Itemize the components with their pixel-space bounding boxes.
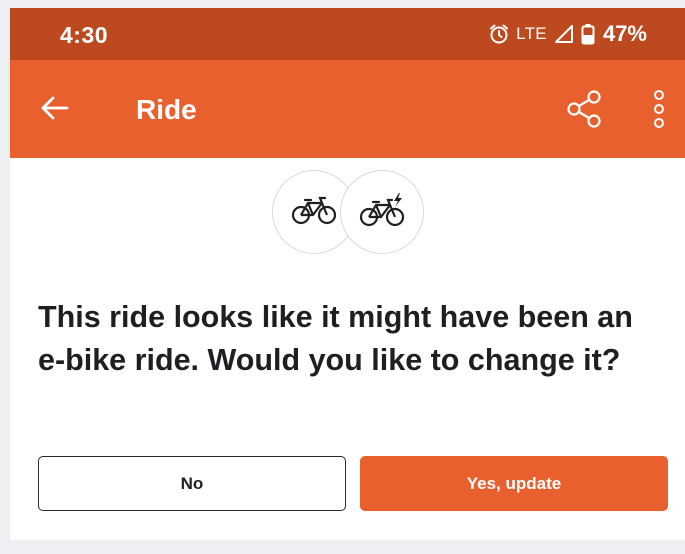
e-bike-icon	[359, 192, 405, 232]
app-bar: Ride	[10, 60, 685, 158]
e-bike-badge	[340, 170, 424, 254]
alarm-icon	[488, 23, 510, 45]
app-screen: 4:30 LTE 47% Ride This ride looks like i…	[10, 8, 685, 540]
page-title: Ride	[136, 94, 197, 125]
status-icons: LTE 47%	[488, 20, 647, 48]
share-icon	[563, 88, 605, 135]
network-type: LTE	[516, 24, 547, 43]
battery-percent: 47%	[602, 21, 647, 46]
status-time: 4:30	[60, 22, 109, 48]
no-button[interactable]: No	[38, 456, 346, 511]
back-button[interactable]	[34, 90, 76, 130]
yes-update-button[interactable]: Yes, update	[360, 456, 668, 511]
status-bar: 4:30 LTE 47%	[10, 8, 685, 60]
more-options-button[interactable]	[644, 88, 674, 134]
arrow-left-icon	[40, 95, 70, 126]
signal-icon	[553, 23, 575, 45]
bike-icon	[291, 194, 337, 231]
share-button[interactable]	[560, 88, 608, 134]
e-bike-prompt-question: This ride looks like it might have been …	[38, 300, 633, 377]
bike-type-icons	[272, 170, 428, 258]
more-vertical-icon	[652, 89, 666, 134]
battery-icon	[581, 23, 595, 45]
